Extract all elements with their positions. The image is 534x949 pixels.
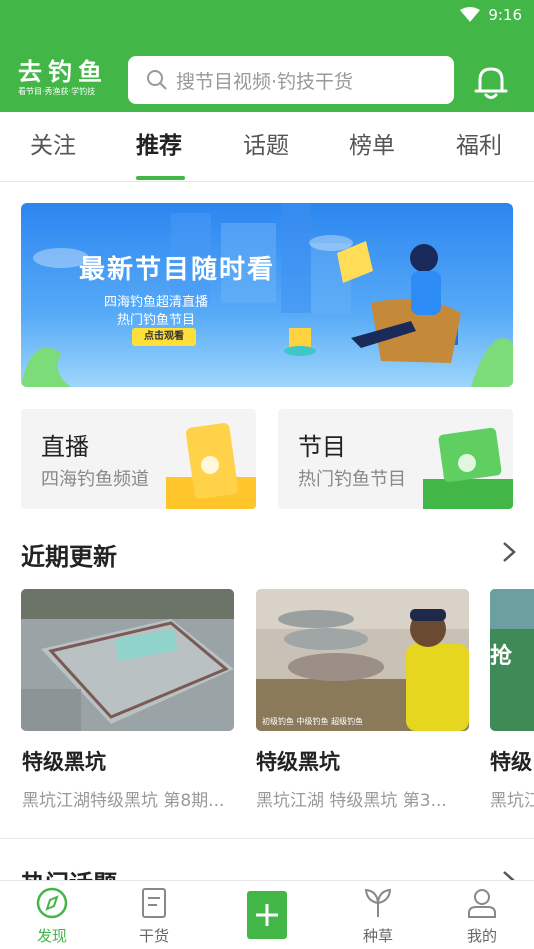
app-screen: 9:16 去钓鱼 看节目·秀渔获·学钓技 搜节目视频·钓技干货 关注 推荐 话题… <box>0 0 534 949</box>
nav-recommend[interactable]: 种草 <box>348 887 408 946</box>
active-tab-indicator <box>136 176 185 180</box>
shows-entry-title: 节目 <box>298 433 346 461</box>
shows-entry-subtitle: 热门钓鱼节目 <box>298 469 406 490</box>
category-tabs: 关注 推荐 话题 榜单 福利 <box>0 112 534 182</box>
banner-line-1: 四海钓鱼超清直播 <box>103 295 208 310</box>
search-bar[interactable]: 搜节目视频·钓技干货 <box>128 56 454 104</box>
user-icon <box>468 889 496 918</box>
phone-icon <box>166 423 256 509</box>
live-entry-title: 直播 <box>41 433 89 461</box>
video-overlay-text: 抢 <box>490 643 513 669</box>
video-subtitle: 黑坑江湖 特级黑坑 第3... <box>256 791 447 811</box>
video-overlay-text: 初级钓鱼 中级钓鱼 超级钓鱼 <box>262 716 363 726</box>
video-title[interactable]: 特级黑坑 <box>256 746 340 776</box>
bottom-navigation: 发现 干货 种草 我的 <box>0 880 534 949</box>
add-post-button[interactable] <box>247 891 287 939</box>
video-title[interactable]: 特级 <box>490 746 534 776</box>
fishing-host-image: 初级钓鱼 中级钓鱼 超级钓鱼 <box>256 589 469 731</box>
app-logo[interactable]: 去钓鱼 看节目·秀渔获·学钓技 <box>18 58 112 102</box>
live-entry-subtitle: 四海钓鱼频道 <box>41 469 149 490</box>
tab-rankings[interactable]: 榜单 <box>349 130 395 162</box>
sprout-icon <box>364 888 392 917</box>
banner-watch-button[interactable]: 点击观看 <box>132 328 196 346</box>
live-entry-card[interactable]: 直播 四海钓鱼频道 <box>21 409 256 509</box>
bell-icon[interactable] <box>474 64 508 100</box>
nav-profile-label: 我的 <box>466 927 497 945</box>
banner-title: 最新节目随时看 <box>79 255 276 285</box>
tab-follow[interactable]: 关注 <box>30 130 76 162</box>
nav-recommend-label: 种草 <box>362 927 393 945</box>
shows-entry-card[interactable]: 节目 热门钓鱼节目 <box>278 409 513 509</box>
nav-discover-label: 发现 <box>36 927 67 945</box>
video-subtitle: 黑坑江 <box>490 791 534 811</box>
nav-tips-label: 干货 <box>138 927 169 945</box>
section-divider <box>0 838 534 839</box>
promo-banner[interactable]: 最新节目随时看 四海钓鱼超清直播 热门钓鱼节目 点击观看 <box>21 203 513 387</box>
tab-benefits[interactable]: 福利 <box>456 130 502 162</box>
nav-discover[interactable]: 发现 <box>22 887 82 946</box>
app-header: 9:16 去钓鱼 看节目·秀渔获·学钓技 搜节目视频·钓技干货 <box>0 0 534 112</box>
logo-subtitle: 看节目·秀渔获·学钓技 <box>18 87 96 96</box>
logo-title: 去钓鱼 <box>18 58 108 86</box>
status-bar: 9:16 <box>460 4 522 26</box>
video-subtitle: 黑坑江湖特级黑坑 第8期... <box>22 791 225 811</box>
document-icon <box>142 888 166 918</box>
video-thumbnail[interactable]: 抢 <box>490 589 534 731</box>
search-placeholder: 搜节目视频·钓技干货 <box>176 70 354 93</box>
video-title[interactable]: 特级黑坑 <box>22 746 106 776</box>
banner-line-2: 热门钓鱼节目 <box>116 313 195 328</box>
fishing-pond-image <box>21 589 234 731</box>
status-time: 9:16 <box>488 6 522 24</box>
chevron-right-icon[interactable] <box>502 541 516 563</box>
plus-icon <box>256 904 278 926</box>
wifi-icon <box>460 7 481 22</box>
nav-profile[interactable]: 我的 <box>452 887 512 946</box>
monitor-icon <box>423 427 513 509</box>
recent-section-title: 近期更新 <box>21 543 117 571</box>
video-thumbnail[interactable] <box>21 589 234 731</box>
video-thumbnail[interactable]: 初级钓鱼 中级钓鱼 超级钓鱼 <box>256 589 469 731</box>
search-icon <box>147 70 167 90</box>
compass-icon <box>36 887 68 919</box>
tab-recommend[interactable]: 推荐 <box>136 130 182 162</box>
tab-topics[interactable]: 话题 <box>243 130 289 162</box>
video-preview-image: 抢 <box>490 589 534 731</box>
nav-tips[interactable]: 干货 <box>124 887 184 946</box>
